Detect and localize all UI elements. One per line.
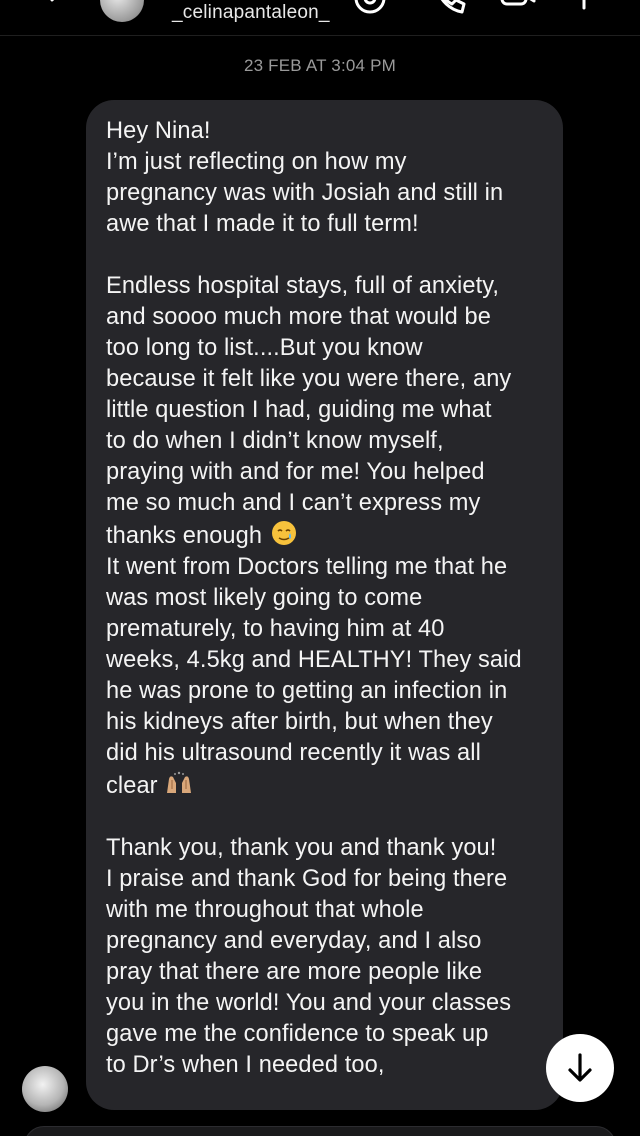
video-button[interactable]	[500, 0, 536, 20]
chevron-left-icon	[50, 0, 55, 2]
message-paragraph-2: Endless hospital stays, full of anxiety,…	[106, 271, 545, 802]
dm-thread-screen: _celinapantaleon_ 23 FEB AT 3:04 PM Hey …	[0, 0, 640, 1136]
message-bubble[interactable]: Hey Nina! I’m just reflecting on how my …	[86, 100, 563, 1110]
username[interactable]: _celinapantaleon_	[172, 2, 330, 24]
raising-hands-icon	[164, 769, 194, 797]
sticker-icon	[354, 0, 386, 14]
call-icon	[440, 0, 466, 14]
call-button[interactable]	[432, 0, 468, 20]
more-icon	[582, 0, 586, 10]
message-timestamp: 23 FEB AT 3:04 PM	[243, 56, 397, 75]
sender-avatar[interactable]	[22, 1066, 68, 1112]
arrow-down-icon	[568, 1053, 592, 1082]
message-paragraph-3: Thank you, thank you and thank you! I pr…	[106, 835, 512, 1078]
thread-header: _celinapantaleon_	[0, 0, 640, 36]
message-text-2b: It went from Doctors telling me that he …	[106, 554, 522, 799]
more-button[interactable]	[566, 0, 602, 20]
header-avatar[interactable]	[100, 0, 144, 22]
scroll-to-bottom-button[interactable]	[546, 1034, 614, 1102]
message-text-2a: Endless hospital stays, full of anxiety,…	[106, 273, 512, 549]
video-icon	[500, 0, 536, 6]
back-button[interactable]	[40, 0, 76, 22]
smiling-face-with-tear-icon	[269, 519, 299, 547]
sticker-button[interactable]	[352, 0, 388, 20]
message-paragraph-1: Hey Nina! I’m just reflecting on how my …	[106, 118, 504, 237]
message-composer[interactable]	[24, 1126, 616, 1136]
